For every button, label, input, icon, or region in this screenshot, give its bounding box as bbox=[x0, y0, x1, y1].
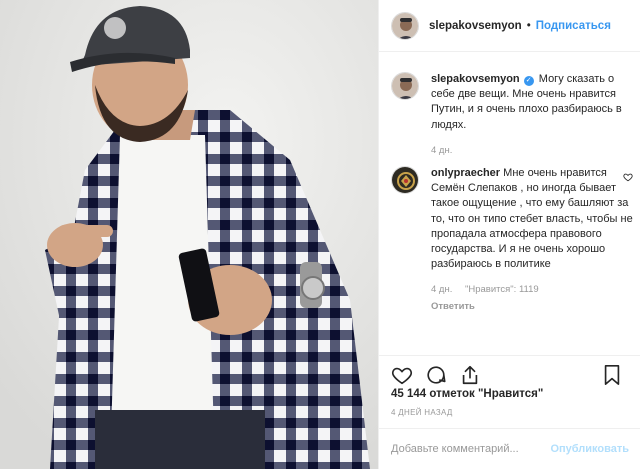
verified-badge-icon: ✓ bbox=[523, 76, 534, 86]
follow-button[interactable]: Подписаться bbox=[536, 20, 611, 32]
caption-username[interactable]: slepakovsemyon bbox=[431, 73, 520, 85]
comment-button[interactable] bbox=[423, 362, 449, 388]
commenter-avatar[interactable] bbox=[391, 166, 419, 194]
header-separator: • bbox=[526, 19, 531, 32]
share-button[interactable] bbox=[457, 362, 483, 388]
caption-meta: 4 дн. bbox=[431, 143, 635, 158]
author-avatar[interactable] bbox=[391, 11, 419, 40]
post-photo-illustration bbox=[0, 0, 378, 469]
post-sidebar: slepakovsemyon • Подписаться slepakovsem… bbox=[378, 0, 640, 469]
comment-meta: 4 дн. "Нравится": 1119 bbox=[431, 282, 635, 297]
comment-likes[interactable]: "Нравится": 1119 bbox=[465, 284, 539, 295]
comment-heart-icon[interactable] bbox=[623, 172, 633, 182]
share-icon bbox=[462, 365, 478, 384]
caption-time[interactable]: 4 дн. bbox=[431, 145, 452, 156]
post-header: slepakovsemyon • Подписаться bbox=[379, 0, 640, 52]
comment-username[interactable]: onlypraecher bbox=[431, 167, 500, 179]
like-button[interactable] bbox=[389, 362, 415, 388]
heart-icon bbox=[391, 367, 413, 384]
comment-text: Мне очень нравится Семён Слепаков , но и… bbox=[431, 167, 633, 271]
publish-button[interactable]: Опубликовать bbox=[550, 443, 629, 455]
add-comment-bar: Опубликовать bbox=[379, 428, 640, 469]
comment-icon bbox=[427, 365, 446, 384]
post-time[interactable]: 4 ДНЕЙ НАЗАД bbox=[391, 408, 453, 417]
caption-body: slepakovsemyon ✓ Могу сказать о себе две… bbox=[431, 72, 635, 158]
comment-time[interactable]: 4 дн. bbox=[431, 284, 452, 295]
comment-input[interactable] bbox=[391, 443, 551, 455]
author-username[interactable]: slepakovsemyon bbox=[429, 20, 522, 32]
save-button[interactable] bbox=[599, 362, 625, 388]
comment-body: onlypraecher Мне очень нравится Семён Сл… bbox=[431, 166, 635, 314]
post-photo[interactable] bbox=[0, 0, 378, 469]
comments-list[interactable]: slepakovsemyon ✓ Могу сказать о себе две… bbox=[379, 52, 640, 355]
reply-button[interactable]: Ответить bbox=[431, 299, 635, 314]
likes-count[interactable]: 45 144 отметок "Нравится" bbox=[391, 388, 543, 400]
bookmark-icon bbox=[604, 365, 620, 385]
caption-avatar[interactable] bbox=[391, 72, 419, 100]
